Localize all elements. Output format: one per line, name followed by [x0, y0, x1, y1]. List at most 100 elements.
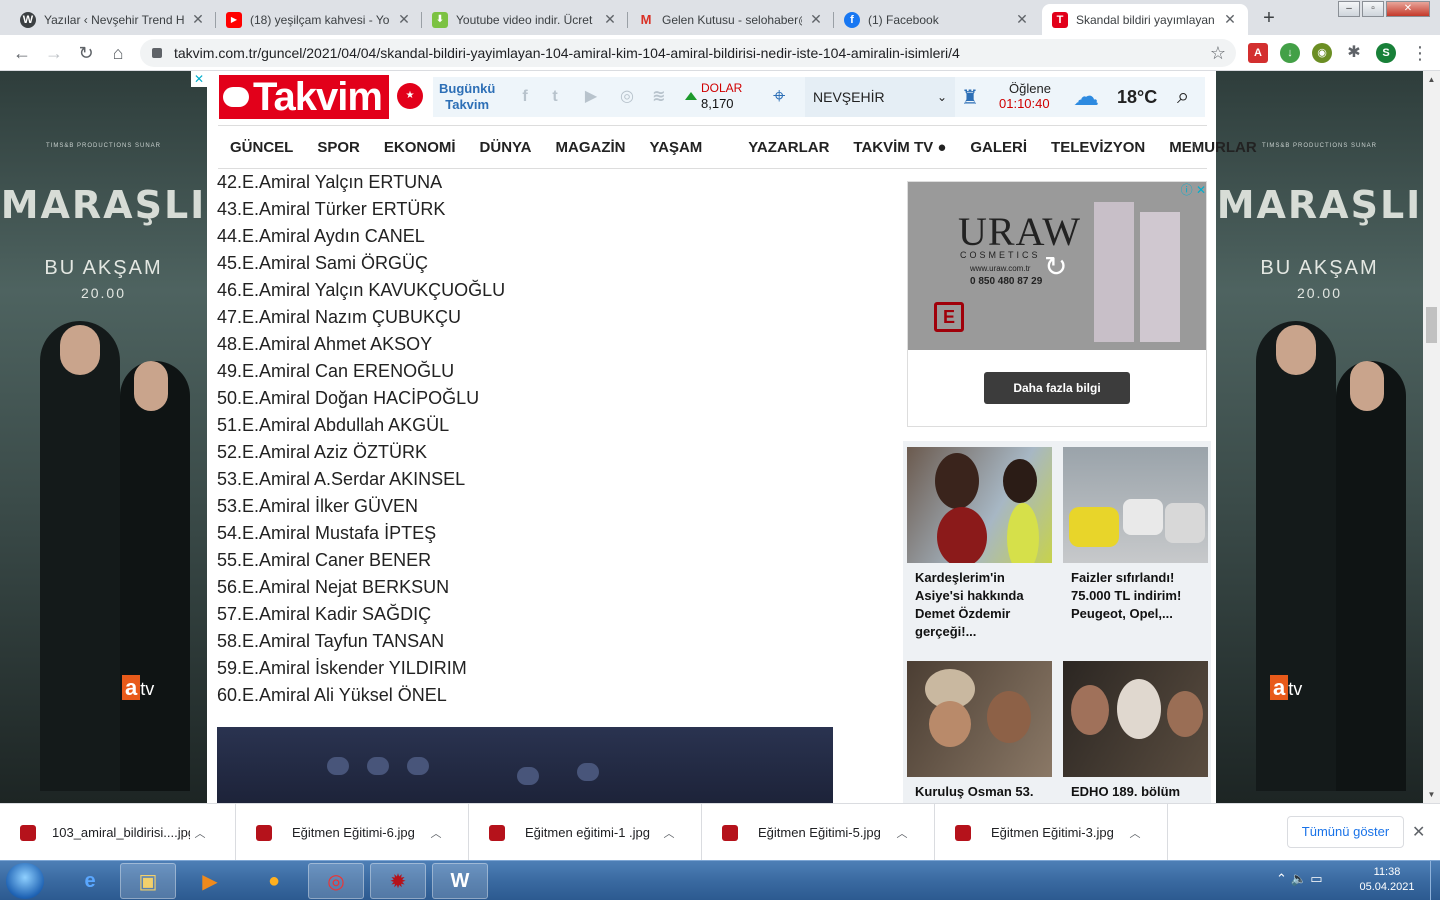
back-icon[interactable]: ← — [10, 41, 34, 65]
start-button[interactable] — [6, 863, 44, 899]
tab-close-icon[interactable]: ✕ — [190, 11, 206, 28]
clock-date: 05.04.2021 — [1359, 881, 1415, 893]
download-item[interactable]: Eğitmen eğitimi-1 .jpg ︿ — [469, 804, 702, 861]
nav-item-magazin[interactable]: MAGAZİN — [544, 139, 638, 156]
reload-icon[interactable]: ↻ — [74, 41, 98, 65]
download-item[interactable]: 103_amiral_bildirisi....jpg ︿ — [0, 804, 236, 861]
list-item: 57.E.Amiral Kadir SAĞDIÇ — [217, 604, 432, 624]
tab-close-icon[interactable]: ✕ — [1222, 11, 1238, 28]
tab-close-icon[interactable]: ✕ — [602, 11, 618, 28]
instagram-icon[interactable]: ◎ — [617, 87, 637, 107]
nav-item-dunya[interactable]: DÜNYA — [468, 139, 544, 156]
download-item[interactable]: Eğitmen Eğitimi-3.jpg ︿ — [935, 804, 1168, 861]
chevron-up-icon[interactable]: ︿ — [190, 825, 210, 841]
chevron-up-icon[interactable]: ︿ — [892, 825, 912, 841]
ad-close-icon[interactable]: ✕ — [191, 71, 207, 87]
tab-close-icon[interactable]: ✕ — [396, 11, 412, 28]
scroll-thumb[interactable] — [1426, 307, 1437, 343]
forward-icon[interactable]: → — [42, 41, 66, 65]
close-icon[interactable]: ✕ — [1412, 822, 1425, 842]
news-card[interactable]: Kardeşlerim'in Asiye'si hakkında Demet Ö… — [907, 447, 1052, 643]
bugunku-takvim-link[interactable]: Bugünkü Takvim — [439, 81, 495, 113]
system-tray[interactable]: ⌃ 🔈 ▭ — [1276, 871, 1323, 887]
facebook-icon[interactable]: f — [515, 87, 535, 107]
nav-item-takvim-tv[interactable]: TAKVİM TV ● — [841, 139, 958, 156]
tab-youtube[interactable]: ▶ (18) yeşilçam kahvesi - You ✕ — [216, 4, 422, 35]
rss-icon[interactable]: ≋ — [649, 87, 669, 107]
nav-item-spor[interactable]: SPOR — [305, 139, 372, 156]
chevron-up-icon[interactable]: ︿ — [426, 825, 446, 841]
left-side-ad[interactable]: TIMS&B PRODUCTIONS SUNAR MARAŞLI BU AKŞA… — [0, 71, 207, 803]
nav-item-guncel[interactable]: GÜNCEL — [218, 139, 305, 156]
image-viewer-icon[interactable]: ✹ — [370, 863, 426, 899]
extensions-puzzle-icon[interactable]: ✱ — [1344, 43, 1364, 63]
tab-wordpress[interactable]: W Yazılar ‹ Nevşehir Trend Ha ✕ — [10, 4, 216, 35]
tab-strip: W Yazılar ‹ Nevşehir Trend Ha ✕ ▶ (18) y… — [0, 0, 1440, 35]
bookmark-star-icon[interactable]: ☆ — [1206, 41, 1230, 65]
lock-icon — [152, 48, 162, 58]
news-card[interactable]: Kuruluş Osman 53. — [907, 661, 1052, 803]
right-side-ad[interactable]: TIMS&B PRODUCTIONS SUNAR MARAŞLI BU AKŞA… — [1216, 71, 1423, 803]
chevron-up-icon[interactable]: ︿ — [659, 825, 679, 841]
news-card[interactable]: EDHO 189. bölüm — [1063, 661, 1208, 803]
download-extension-icon[interactable]: ↓ — [1280, 43, 1300, 63]
ad-figure — [40, 321, 120, 791]
replay-icon[interactable]: ↻ — [1044, 250, 1067, 283]
download-item[interactable]: Eğitmen Eğitimi-6.jpg ︿ — [236, 804, 469, 861]
tab-facebook[interactable]: f (1) Facebook ✕ — [834, 4, 1040, 35]
page-scrollbar[interactable]: ▲ ▼ — [1423, 71, 1440, 803]
twitter-icon[interactable]: t — [545, 87, 565, 107]
nav-item-memurlar[interactable]: MEMURLAR — [1157, 139, 1269, 156]
news-card[interactable]: Faizler sıfırlandı! 75.000 TL indirim! P… — [1063, 447, 1208, 643]
tab-gmail[interactable]: M Gelen Kutusu - selohaber@ ✕ — [628, 4, 834, 35]
ad-time: 20.00 — [1296, 285, 1343, 301]
more-info-button[interactable]: Daha fazla bilgi — [984, 372, 1130, 404]
city-select[interactable]: NEVŞEHİR ⌄ — [805, 77, 955, 117]
internet-explorer-icon[interactable]: e — [62, 863, 118, 899]
uraw-ad[interactable]: URAW COSMETICS www.uraw.com.tr 0 850 480… — [907, 181, 1207, 427]
pdf-extension-icon[interactable]: A — [1248, 43, 1268, 63]
browser-orb-icon[interactable]: ● — [246, 863, 302, 899]
chevron-right-icon[interactable]: › — [1192, 136, 1197, 154]
word-icon[interactable]: W — [432, 863, 488, 899]
clock-time: 11:38 — [1373, 866, 1401, 878]
photo-detail — [327, 757, 349, 775]
chevron-up-icon[interactable]: ︿ — [1125, 825, 1145, 841]
nav-item-yazarlar[interactable]: YAZARLAR — [736, 139, 841, 156]
nav-item-yasam[interactable]: YAŞAM — [638, 139, 715, 156]
nav-item-televizyon[interactable]: TELEVİZYON — [1039, 139, 1157, 156]
file-explorer-icon[interactable]: ▣ — [120, 863, 176, 899]
maximize-button[interactable]: ▫ — [1362, 1, 1384, 17]
media-player-icon[interactable]: ▶ — [182, 863, 238, 899]
profile-avatar[interactable]: S — [1376, 43, 1396, 63]
youtube-icon[interactable]: ▶ — [581, 87, 601, 107]
menu-dots-icon[interactable]: ⋮ — [1408, 41, 1432, 65]
ad-info-close-icon[interactable]: ⓘ ✕ — [1178, 182, 1206, 198]
search-icon[interactable]: ⌕ — [1177, 83, 1189, 109]
download-item[interactable]: Eğitmen Eğitimi-5.jpg ︿ — [702, 804, 935, 861]
tab-close-icon[interactable]: ✕ — [1014, 11, 1030, 28]
show-all-button[interactable]: Tümünü göster — [1287, 816, 1404, 848]
tab-close-icon[interactable]: ✕ — [808, 11, 824, 28]
news-caption: Kardeşlerim'in Asiye'si hakkında Demet Ö… — [915, 570, 1024, 639]
amiral-list: 42.E.Amiral Yalçın ERTUNA 43.E.Amiral Tür… — [217, 169, 857, 709]
new-tab-button[interactable]: + — [1256, 6, 1282, 32]
clock[interactable]: 11:38 05.04.2021 — [1352, 865, 1422, 895]
chrome-icon[interactable]: ◎ — [308, 863, 364, 899]
tab-takvim[interactable]: T Skandal bildiri yayımlayan ✕ — [1042, 4, 1248, 35]
globe-extension-icon[interactable]: ◉ — [1312, 43, 1332, 63]
scroll-up-icon[interactable]: ▲ — [1423, 71, 1440, 88]
show-desktop-button[interactable] — [1430, 861, 1440, 900]
close-window-button[interactable]: ✕ — [1386, 1, 1430, 17]
address-bar[interactable]: takvim.com.tr/guncel/2021/04/04/skandal-… — [140, 39, 1236, 67]
ad-time: 20.00 — [80, 285, 127, 301]
minimize-button[interactable]: – — [1338, 1, 1360, 17]
nav-item-galeri[interactable]: GALERİ — [958, 139, 1039, 156]
ad-brand-sub: COSMETICS — [960, 250, 1041, 260]
nav-item-ekonomi[interactable]: EKONOMİ — [372, 139, 468, 156]
list-item: 49.E.Amiral Can ERENOĞLU — [217, 361, 455, 381]
home-icon[interactable]: ⌂ — [106, 41, 130, 65]
scroll-down-icon[interactable]: ▼ — [1423, 786, 1440, 803]
tab-youtube-indir[interactable]: ⬇ Youtube video indir. Ücret ✕ — [422, 4, 628, 35]
takvim-logo[interactable]: Takvim — [219, 75, 389, 119]
